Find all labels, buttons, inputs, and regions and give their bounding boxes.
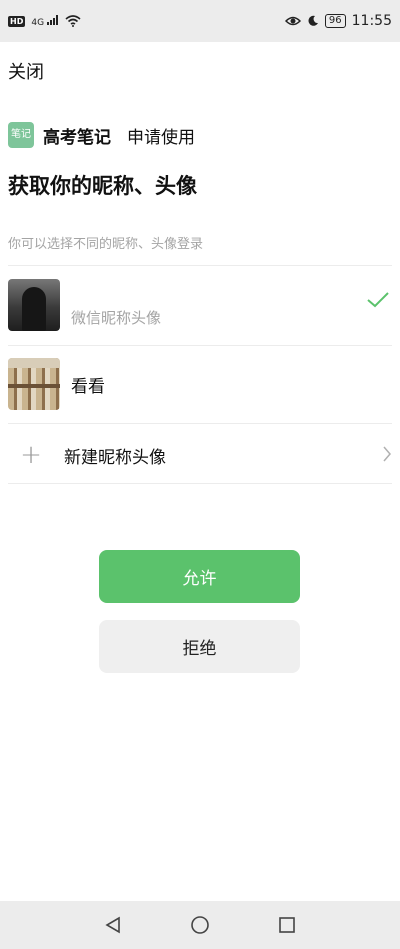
option-label: 看看	[71, 376, 105, 397]
option-wechat-profile[interactable]: 微信昵称头像	[8, 279, 392, 331]
back-icon[interactable]	[104, 916, 122, 934]
signal-bars-icon	[46, 14, 58, 25]
app-request-text: 申请使用	[127, 127, 195, 148]
plus-icon: +	[20, 440, 42, 470]
page-subtitle: 你可以选择不同的昵称、头像登录	[8, 237, 204, 252]
eye-icon	[284, 16, 301, 26]
status-right: 96 11:55	[284, 13, 392, 29]
check-icon	[367, 292, 389, 308]
chevron-right-icon	[383, 446, 391, 462]
divider	[8, 483, 392, 484]
app-header: 笔记 高考笔记 申请使用	[8, 122, 195, 148]
battery-indicator: 96	[324, 14, 346, 28]
app-logo-text: 笔记	[11, 129, 31, 140]
app-name: 高考笔记	[43, 127, 111, 148]
app-logo: 笔记	[8, 122, 34, 148]
home-icon[interactable]	[190, 915, 210, 935]
wifi-icon	[65, 15, 81, 27]
new-profile-label: 新建昵称头像	[64, 447, 166, 468]
divider	[8, 423, 392, 424]
moon-icon	[308, 15, 318, 26]
status-bar: HD 4G 96 11:55	[0, 0, 400, 42]
option-label: 微信昵称头像	[71, 308, 162, 327]
recents-icon[interactable]	[278, 916, 296, 934]
page-title: 获取你的昵称、头像	[8, 174, 197, 198]
divider	[8, 345, 392, 346]
allow-button[interactable]: 允许	[99, 550, 300, 603]
system-nav-bar	[0, 901, 400, 949]
avatar	[8, 358, 60, 410]
signal-label: 4G	[31, 17, 45, 28]
signal-icon: 4G	[31, 14, 59, 28]
option-custom-profile[interactable]: 看看	[8, 358, 392, 410]
close-button[interactable]: 关闭	[8, 58, 44, 84]
deny-button[interactable]: 拒绝	[99, 620, 300, 673]
divider	[8, 265, 392, 266]
avatar	[8, 279, 60, 331]
status-left: HD 4G	[8, 14, 81, 28]
hd-badge: HD	[8, 15, 26, 27]
new-profile-row[interactable]: + 新建昵称头像	[8, 430, 392, 480]
status-time: 11:55	[351, 13, 392, 29]
